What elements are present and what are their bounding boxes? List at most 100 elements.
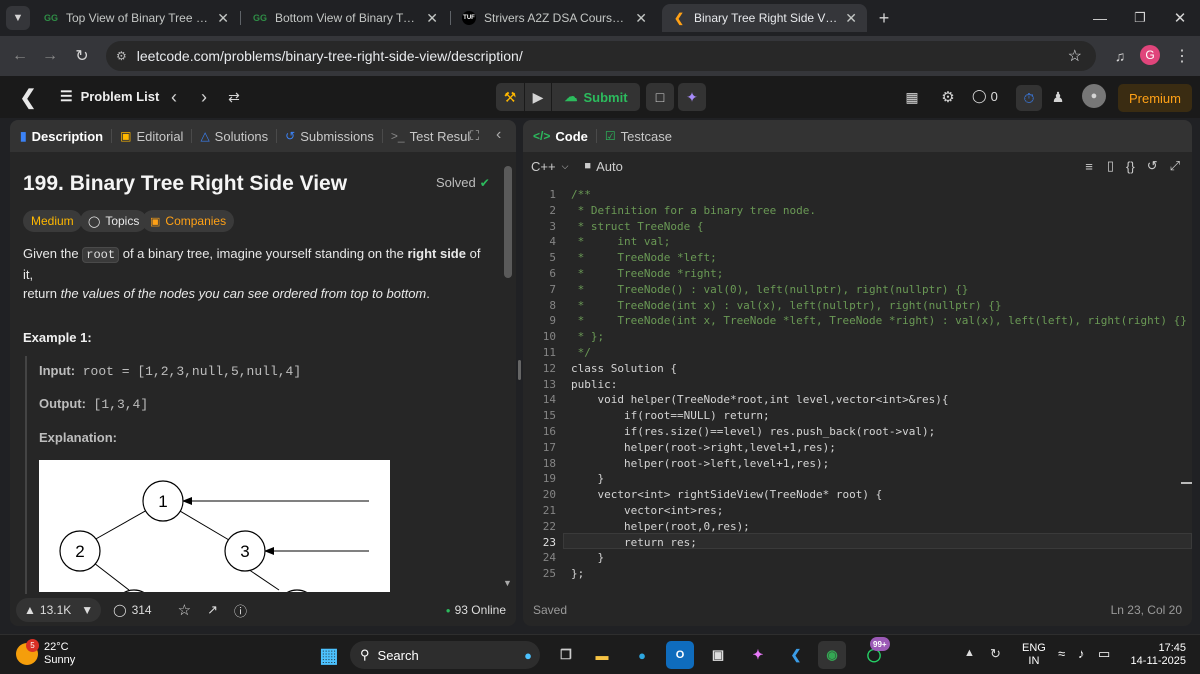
site-info-icon[interactable]: ⚙	[116, 49, 127, 63]
browser-menu-icon[interactable]: ⋮	[1172, 44, 1192, 68]
tab-editorial[interactable]: ▣ Editorial	[112, 129, 191, 144]
code-line[interactable]: * TreeNode *right;	[571, 267, 724, 280]
timer-icon[interactable]: ⏱	[1016, 85, 1042, 111]
like-button[interactable]: ▲ 13.1K ▼	[16, 598, 102, 622]
new-tab-button[interactable]: +	[872, 6, 896, 30]
code-line[interactable]: * struct TreeNode {	[571, 220, 704, 233]
sync-icon[interactable]: ↻	[990, 646, 1001, 662]
battery-icon[interactable]: ▭	[1098, 646, 1110, 662]
settings-gear-icon[interactable]: ⚙	[936, 85, 960, 109]
debug-icon[interactable]: ⚒	[496, 83, 524, 111]
code-line[interactable]: public:	[571, 378, 617, 391]
profile-avatar[interactable]: G	[1140, 45, 1160, 65]
share-icon[interactable]: ↗	[207, 602, 218, 618]
next-problem-icon[interactable]: ›	[192, 85, 216, 109]
vertical-scrollbar[interactable]	[504, 166, 512, 278]
companies-button[interactable]: ▣ Companies	[142, 210, 235, 232]
thumbs-down-icon[interactable]: ▼	[81, 603, 93, 617]
collapse-left-icon[interactable]: ‹	[496, 126, 501, 144]
help-icon[interactable]: ⓘ	[234, 601, 247, 620]
leetcode-logo-icon[interactable]: ❮	[16, 85, 40, 109]
code-line[interactable]: * Definition for a binary tree node.	[571, 204, 816, 217]
run-button[interactable]: ▶	[525, 83, 551, 111]
wifi-icon[interactable]: ≈	[1058, 646, 1065, 661]
close-tab-icon[interactable]: ✕	[845, 10, 857, 27]
copilot-icon[interactable]: ✦	[744, 641, 772, 669]
clock[interactable]: 17:45 14-11-2025	[1124, 642, 1186, 668]
maximize-icon[interactable]: ⛶	[470, 128, 479, 144]
browser-tab-3[interactable]: TUF Strivers A2Z DSA Course/Sheet ✕	[452, 4, 657, 32]
premium-button[interactable]: Premium	[1118, 84, 1192, 112]
browser-tab-2[interactable]: GG Bottom View of Binary Tree | Pr ✕	[243, 4, 448, 32]
store-icon[interactable]: ▣	[704, 641, 732, 669]
file-explorer-icon[interactable]: ▬	[588, 641, 616, 669]
fullscreen-icon[interactable]: ⤢	[1170, 158, 1180, 174]
format-icon[interactable]: ≡	[1085, 159, 1093, 174]
taskbar-search[interactable]: ⚲ Search ●	[350, 641, 540, 669]
language-indicator[interactable]: ENG IN	[1022, 642, 1046, 668]
chrome-icon[interactable]: ◉	[818, 641, 846, 669]
back-icon[interactable]: ←	[8, 44, 32, 68]
address-bar[interactable]: ⚙ leetcode.com/problems/binary-tree-righ…	[106, 41, 1096, 71]
tab-code[interactable]: </> Code	[523, 129, 596, 144]
code-line[interactable]: }	[571, 472, 604, 485]
chevron-up-icon[interactable]: ▲	[964, 647, 975, 659]
code-line[interactable]: */	[571, 346, 591, 359]
tab-testcase[interactable]: ☑ Testcase	[597, 129, 680, 144]
code-line[interactable]: * int val;	[571, 235, 671, 248]
prev-problem-icon[interactable]: ‹	[162, 85, 186, 109]
close-tab-icon[interactable]: ✕	[217, 10, 229, 27]
code-line[interactable]: }	[571, 551, 604, 564]
code-line[interactable]: * TreeNode(int x, TreeNode *left, TreeNo…	[571, 314, 1187, 327]
code-line[interactable]: };	[571, 567, 584, 580]
close-tab-icon[interactable]: ✕	[635, 10, 647, 27]
streak-counter[interactable]: ◯ 0	[972, 88, 998, 104]
cursor-position[interactable]: Ln 23, Col 20	[1111, 603, 1182, 617]
ai-sparkle-icon[interactable]: ✦	[678, 83, 706, 111]
whatsapp-icon[interactable]: ◯ 99+	[860, 637, 890, 669]
scroll-down-icon[interactable]: ▼	[503, 578, 512, 588]
topics-button[interactable]: ◯ Topics	[80, 210, 148, 232]
code-line[interactable]: * TreeNode() : val(0), left(nullptr), ri…	[571, 283, 969, 296]
language-select[interactable]: C++ ⌵	[531, 159, 568, 174]
code-line[interactable]: * TreeNode *left;	[571, 251, 717, 264]
browser-tab-4[interactable]: ❮ Binary Tree Right Side View - Le ✕	[662, 4, 867, 32]
code-line[interactable]: helper(root->left,level+1,res);	[571, 457, 829, 470]
media-control-icon[interactable]: ♫	[1108, 44, 1132, 68]
star-icon[interactable]: ☆	[178, 601, 191, 619]
browser-tab-1[interactable]: GG Top View of Binary Tree | Practic ✕	[34, 4, 239, 32]
weather-widget[interactable]: 5 22°C Sunny	[16, 639, 75, 667]
code-line[interactable]: helper(root->right,level+1,res);	[571, 441, 836, 454]
code-line[interactable]: vector<int>res;	[571, 504, 723, 517]
tab-search-button[interactable]: ▼	[6, 6, 30, 30]
task-view-icon[interactable]: ❐	[552, 641, 580, 669]
code-line[interactable]: /**	[571, 188, 591, 201]
code-line[interactable]: helper(root,0,res);	[571, 520, 750, 533]
tab-test-result[interactable]: >_ Test Resul	[383, 129, 478, 144]
code-line[interactable]: * TreeNode(int x) : val(x), left(nullptr…	[571, 299, 1002, 312]
submit-button[interactable]: ☁ Submit	[552, 83, 640, 111]
user-avatar[interactable]: ●	[1082, 84, 1106, 108]
comments-button[interactable]: ◯ 314	[113, 603, 151, 617]
code-line[interactable]: if(root==NULL) return;	[571, 409, 770, 422]
layout-grid-icon[interactable]: ▦	[900, 85, 924, 109]
panel-splitter[interactable]	[518, 360, 521, 380]
windows-start-icon[interactable]: ▦	[315, 641, 343, 669]
bookmark-star-icon[interactable]: ☆	[1068, 46, 1082, 66]
outlook-icon[interactable]: O	[666, 641, 694, 669]
volume-icon[interactable]: ♪	[1078, 646, 1085, 661]
restore-window-button[interactable]: ❐	[1128, 4, 1152, 32]
code-line[interactable]: return res;	[571, 536, 697, 549]
code-line[interactable]: if(res.size()==level) res.push_back(root…	[571, 425, 935, 438]
tab-description[interactable]: ▮ Description	[10, 129, 111, 144]
bookmark-icon[interactable]: ▯	[1107, 158, 1114, 174]
tab-solutions[interactable]: △ Solutions	[192, 129, 276, 144]
code-line[interactable]: vector<int> rightSideView(TreeNode* root…	[571, 488, 882, 501]
code-line[interactable]: void helper(TreeNode*root,int level,vect…	[571, 393, 948, 406]
close-tab-icon[interactable]: ✕	[426, 10, 438, 27]
code-line[interactable]: class Solution {	[571, 362, 677, 375]
vscode-icon[interactable]: ❮	[782, 641, 810, 669]
minimize-window-button[interactable]: —	[1088, 4, 1112, 32]
edge-icon[interactable]: ●	[628, 641, 656, 669]
auto-mode[interactable]: ■ Auto	[584, 159, 622, 174]
